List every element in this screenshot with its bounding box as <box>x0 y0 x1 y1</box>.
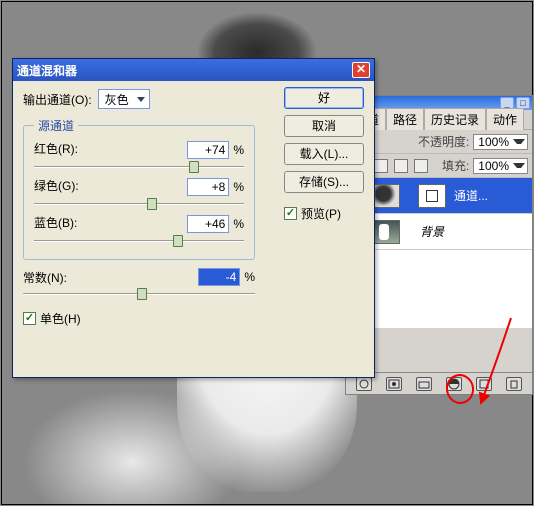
opacity-label: 不透明度: <box>418 133 469 150</box>
output-channel-label: 输出通道(O): <box>23 91 92 108</box>
green-slider[interactable] <box>34 198 244 212</box>
green-label: 绿色(G): <box>34 177 187 194</box>
layer-name[interactable]: 背景 <box>418 223 532 240</box>
cancel-button[interactable]: 取消 <box>284 115 364 137</box>
monochrome-checkbox[interactable]: ✓ 单色(H) <box>23 310 81 327</box>
red-slider[interactable] <box>34 161 244 175</box>
layer-mask-thumbnail[interactable] <box>418 184 446 208</box>
percent-sign: % <box>233 180 244 194</box>
layer-style-icon[interactable] <box>356 377 372 391</box>
blue-label: 蓝色(B): <box>34 214 187 231</box>
percent-sign: % <box>233 217 244 231</box>
adjustment-thumbnail[interactable] <box>372 184 400 208</box>
chevron-down-icon <box>513 163 525 168</box>
percent-sign: % <box>233 143 244 157</box>
green-input[interactable]: +8 <box>187 178 229 196</box>
dialog-title: 通道混和器 <box>17 62 77 79</box>
close-icon[interactable]: ✕ <box>352 62 370 78</box>
opacity-value[interactable]: 100% <box>473 134 528 150</box>
source-channels-legend: 源通道 <box>34 117 78 134</box>
chevron-down-icon <box>513 139 525 144</box>
red-label: 红色(R): <box>34 140 187 157</box>
constant-slider[interactable] <box>23 288 255 302</box>
constant-input[interactable]: -4 <box>198 268 240 286</box>
new-layer-icon[interactable] <box>476 377 492 391</box>
dialog-titlebar[interactable]: 通道混和器 ✕ <box>13 59 374 81</box>
chevron-down-icon <box>137 97 145 102</box>
lock-all-icon[interactable] <box>414 159 428 173</box>
delete-layer-icon[interactable] <box>506 377 522 391</box>
monochrome-label: 单色(H) <box>40 310 81 327</box>
new-folder-icon[interactable] <box>416 377 432 391</box>
checkbox-icon: ✓ <box>23 312 36 325</box>
checkbox-icon: ✓ <box>284 207 297 220</box>
preview-checkbox[interactable]: ✓ 预览(P) <box>284 205 364 222</box>
fill-value[interactable]: 100% <box>473 158 528 174</box>
output-channel-select[interactable]: 灰色 <box>98 89 151 109</box>
tab-history[interactable]: 历史记录 <box>424 108 486 130</box>
layer-mask-icon[interactable] <box>386 377 402 391</box>
ok-button[interactable]: 好 <box>284 87 364 109</box>
fill-label: 填充: <box>442 157 469 174</box>
lock-move-icon[interactable] <box>394 159 408 173</box>
tab-paths[interactable]: 路径 <box>386 108 424 130</box>
blue-input[interactable]: +46 <box>187 215 229 233</box>
tab-actions[interactable]: 动作 <box>486 108 524 130</box>
load-button[interactable]: 载入(L)... <box>284 143 364 165</box>
source-channels-group: 源通道 红色(R): +74 % 绿色(G): +8 % <box>23 117 255 260</box>
percent-sign: % <box>244 270 255 284</box>
save-button[interactable]: 存储(S)... <box>284 171 364 193</box>
blue-slider[interactable] <box>34 235 244 249</box>
preview-label: 预览(P) <box>301 205 341 222</box>
layer-name[interactable]: 通道... <box>452 187 532 204</box>
constant-label: 常数(N): <box>23 269 198 286</box>
channel-mixer-dialog: 通道混和器 ✕ 输出通道(O): 灰色 源通道 红色(R): +74 % 绿色 <box>12 58 375 378</box>
layer-thumbnail[interactable] <box>372 220 400 244</box>
red-input[interactable]: +74 <box>187 141 229 159</box>
lock-brush-icon[interactable] <box>374 159 388 173</box>
